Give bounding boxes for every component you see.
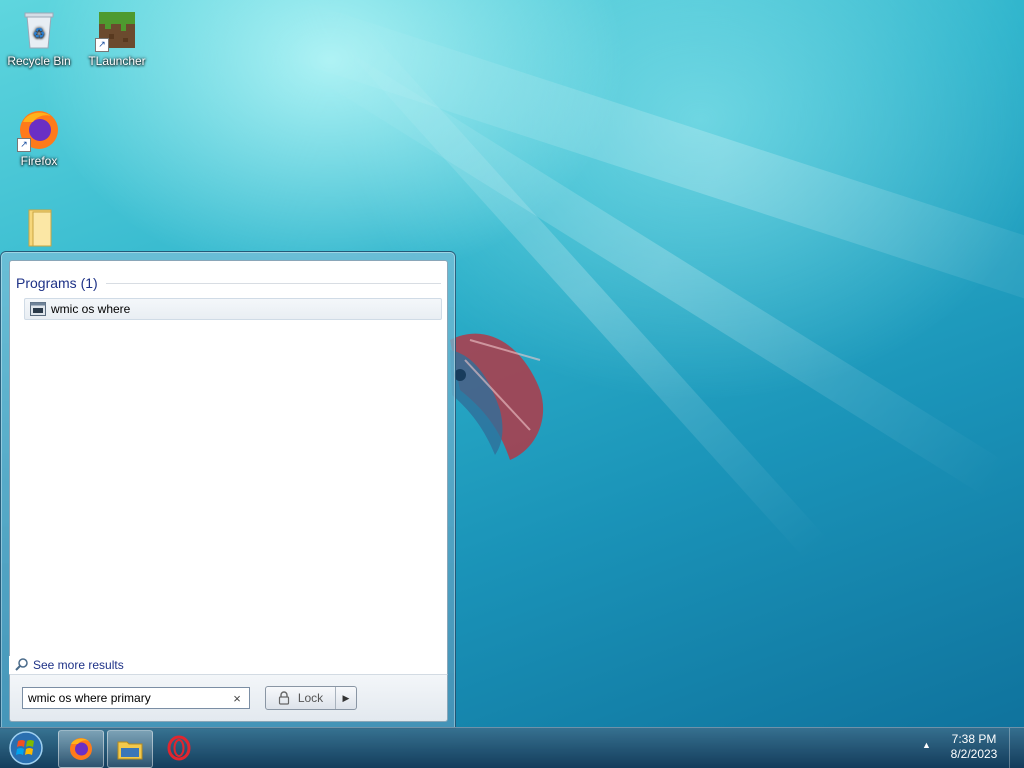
start-button[interactable]	[6, 730, 46, 766]
see-more-results-label: See more results	[33, 658, 124, 672]
desktop-icon-recycle-bin[interactable]: ♻ Recycle Bin	[1, 8, 77, 68]
lock-button-label: Lock	[297, 691, 324, 705]
minecraft-grass-block-icon: ↗	[95, 8, 139, 52]
windows-logo-icon	[9, 731, 43, 765]
lock-button-group: Lock ▶	[265, 686, 357, 710]
desktop-icon-tlauncher[interactable]: ↗ TLauncher	[79, 8, 155, 68]
opera-icon	[167, 735, 191, 761]
start-menu-bottom-bar: × Lock ▶	[9, 674, 448, 722]
clock-date: 8/2/2023	[950, 747, 998, 761]
folder-icon	[17, 206, 61, 250]
desktop-icon-folder[interactable]	[1, 206, 77, 252]
firefox-icon	[70, 738, 92, 760]
search-results-pane: Programs (1) wmic os where	[9, 260, 448, 674]
firefox-icon: ↗	[17, 108, 61, 152]
start-search-input[interactable]	[23, 691, 228, 705]
clock-time: 7:38 PM	[951, 732, 997, 746]
svg-text:♻: ♻	[33, 25, 46, 41]
folder-icon	[117, 741, 143, 760]
show-desktop-button[interactable]	[1009, 728, 1024, 768]
desktop-icon-label: TLauncher	[88, 54, 146, 68]
lock-button[interactable]: Lock	[266, 687, 335, 709]
desktop-icon-label: Recycle Bin	[7, 54, 71, 68]
see-more-results-link[interactable]: See more results	[9, 656, 446, 674]
desktop-icon-label: Firefox	[20, 154, 58, 168]
padlock-icon	[278, 691, 289, 705]
system-clock[interactable]: 7:38 PM 8/2/2023	[940, 732, 1008, 762]
magnifier-icon	[15, 658, 28, 671]
shortcut-arrow-icon: ↗	[95, 38, 109, 52]
shortcut-arrow-icon: ↗	[17, 138, 31, 152]
console-app-icon	[30, 302, 46, 316]
taskbar-opera-button[interactable]	[157, 730, 201, 766]
search-result-label: wmic os where	[51, 302, 131, 316]
show-hidden-icons-arrow[interactable]: ▲	[922, 740, 931, 750]
desktop-icon-firefox[interactable]: ↗ Firefox	[1, 108, 77, 168]
programs-section-title: Programs (1)	[16, 275, 98, 291]
recycle-bin-icon: ♻	[17, 8, 61, 52]
power-options-arrow-icon[interactable]: ▶	[335, 687, 356, 709]
taskbar: ▲ 7:38 PM 8/2/2023	[0, 727, 1024, 768]
taskbar-firefox-button[interactable]	[58, 730, 104, 768]
section-divider	[105, 282, 441, 284]
taskbar-file-explorer-button[interactable]	[107, 730, 153, 768]
search-result-item[interactable]: wmic os where	[24, 298, 442, 320]
start-search-box[interactable]: ×	[22, 687, 250, 709]
clear-search-icon[interactable]: ×	[228, 691, 246, 706]
start-menu: Programs (1) wmic os where See more resu…	[0, 251, 456, 729]
programs-section-header: Programs (1)	[16, 273, 441, 293]
